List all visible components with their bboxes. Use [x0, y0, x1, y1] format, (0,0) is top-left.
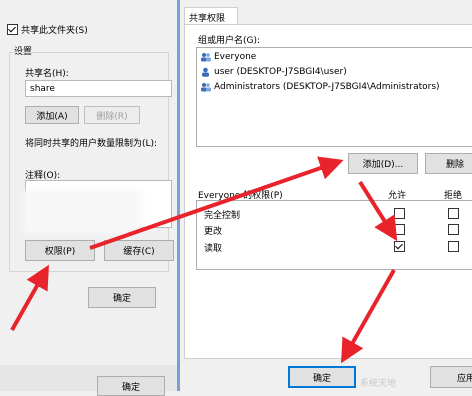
annotation-arrows [10, 156, 398, 364]
arrow-to-permissions-icon [10, 264, 49, 331]
arrow-to-read-allow-icon [358, 180, 398, 242]
arrow-to-add-icon [89, 156, 344, 250]
arrow-to-ok-icon [341, 269, 396, 364]
